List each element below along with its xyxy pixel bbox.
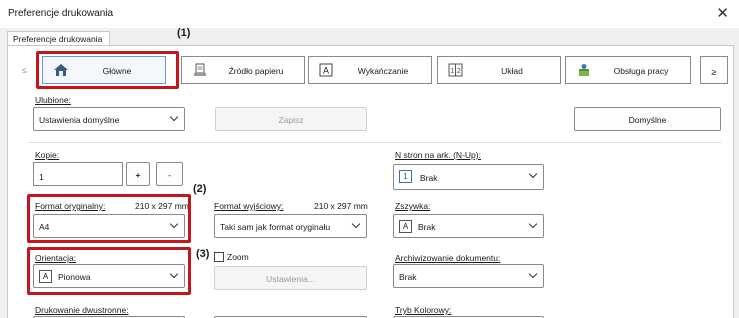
highlight-orientation (27, 247, 191, 295)
duplex-label: Drukowanie dwustronne: (35, 305, 129, 315)
favorites-select[interactable]: Ustawienia domyślne (33, 107, 185, 131)
favorites-label: Ulubione: (35, 95, 71, 105)
highlight-original-size (27, 194, 191, 243)
output-size-label: Format wyjściowy: (214, 201, 284, 211)
copies-label: Kopie: (35, 150, 60, 160)
title-bar: Preferencje drukowania ✕ (0, 0, 739, 28)
svg-text:1: 1 (450, 68, 454, 75)
nav-uklad-button[interactable]: 12 Układ (437, 56, 561, 84)
nav-prev-button[interactable]: ≤ (22, 56, 34, 84)
archive-select[interactable]: Brak (393, 264, 544, 288)
copies-decrement-button[interactable]: - (156, 162, 183, 186)
staple-label: Zszywka: (395, 201, 431, 211)
output-size-dims: 210 x 297 mm (314, 201, 368, 211)
nup-select[interactable]: 1 Brak (393, 164, 544, 190)
job-handling-icon (576, 63, 592, 77)
copies-input[interactable]: 1 (33, 162, 123, 186)
nup-label: N stron na ark. (N-Up): (395, 150, 481, 160)
layout-pages-icon: 12 (448, 63, 464, 77)
divider (28, 142, 722, 143)
callout-2: (2) (193, 183, 207, 195)
tab-preferencje-drukowania[interactable]: Preferencje drukowania (7, 31, 110, 46)
staple-a-icon: A (399, 220, 412, 233)
chevron-down-icon (528, 219, 538, 229)
archive-label: Archiwizowanie dokumentu: (395, 253, 501, 263)
paper-tray-icon (192, 63, 208, 77)
window-title: Preferencje drukowania (8, 8, 114, 19)
one-page-icon: 1 (399, 170, 412, 183)
svg-text:2: 2 (457, 68, 461, 75)
tab-strip (0, 28, 739, 44)
close-icon[interactable]: ✕ (716, 4, 729, 22)
highlight-main-tab (36, 51, 179, 89)
zoom-label: Zoom (227, 252, 249, 262)
nav-wykanczanie-button[interactable]: A Wykańczanie (308, 56, 432, 84)
chevron-down-icon (169, 112, 179, 122)
chevron-down-icon (351, 219, 361, 229)
zoom-checkbox[interactable] (214, 252, 224, 262)
svg-text:A: A (323, 66, 329, 76)
finishing-a-icon: A (319, 63, 335, 77)
output-size-select[interactable]: Taki sam jak format oryginału (214, 214, 367, 238)
chevron-down-icon (528, 169, 538, 179)
nav-next-button[interactable]: ≥ (700, 56, 728, 84)
callout-1: (1) (177, 27, 191, 39)
copies-increment-button[interactable]: + (126, 162, 150, 186)
zoom-settings-button[interactable]: Ustawienia... (214, 266, 367, 290)
color-mode-label: Tryb Kolorowy: (395, 305, 452, 315)
nav-obsluga-pracy-button[interactable]: Obsługa pracy (565, 56, 691, 84)
staple-select[interactable]: A Brak (393, 214, 544, 238)
save-button[interactable]: Zapisz (215, 107, 367, 131)
chevron-down-icon (528, 269, 538, 279)
defaults-button[interactable]: Domyślne (574, 107, 721, 131)
callout-3: (3) (196, 248, 210, 260)
nav-zrodlo-papieru-button[interactable]: Źródło papieru (181, 56, 305, 84)
